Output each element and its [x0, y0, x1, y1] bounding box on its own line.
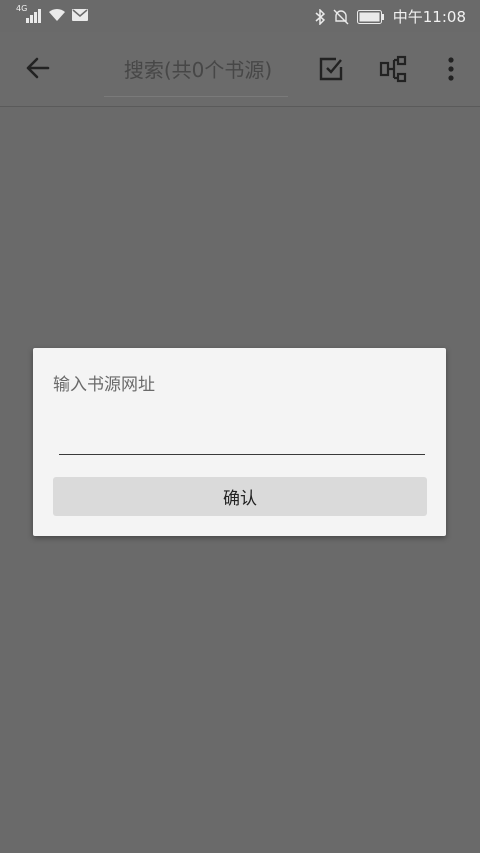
confirm-button[interactable]: 确认	[53, 477, 427, 516]
select-all-checkbox-icon[interactable]	[316, 54, 346, 84]
source-url-input[interactable]	[59, 420, 425, 455]
source-tree-icon[interactable]	[378, 54, 408, 84]
status-left: 4G	[16, 4, 88, 23]
clock: 中午11:08	[392, 8, 466, 26]
battery-icon	[356, 9, 384, 24]
mail-icon	[72, 9, 88, 21]
dialog-title: 输入书源网址	[53, 375, 155, 395]
mute-bell-icon	[333, 9, 349, 24]
search-box[interactable]	[104, 46, 292, 97]
cell-signal-icon: 4G	[16, 4, 42, 23]
status-right: 中午11:08	[315, 6, 466, 27]
wifi-icon	[49, 8, 65, 21]
toolbar	[0, 32, 480, 107]
bluetooth-icon	[315, 8, 325, 25]
more-options-icon[interactable]	[436, 54, 466, 84]
search-input[interactable]	[104, 54, 292, 86]
back-arrow-icon[interactable]	[22, 52, 54, 84]
status-bar: 4G 中午11:08	[0, 0, 480, 32]
add-source-dialog: 输入书源网址 确认	[33, 348, 446, 536]
network-type: 4G	[16, 4, 28, 13]
